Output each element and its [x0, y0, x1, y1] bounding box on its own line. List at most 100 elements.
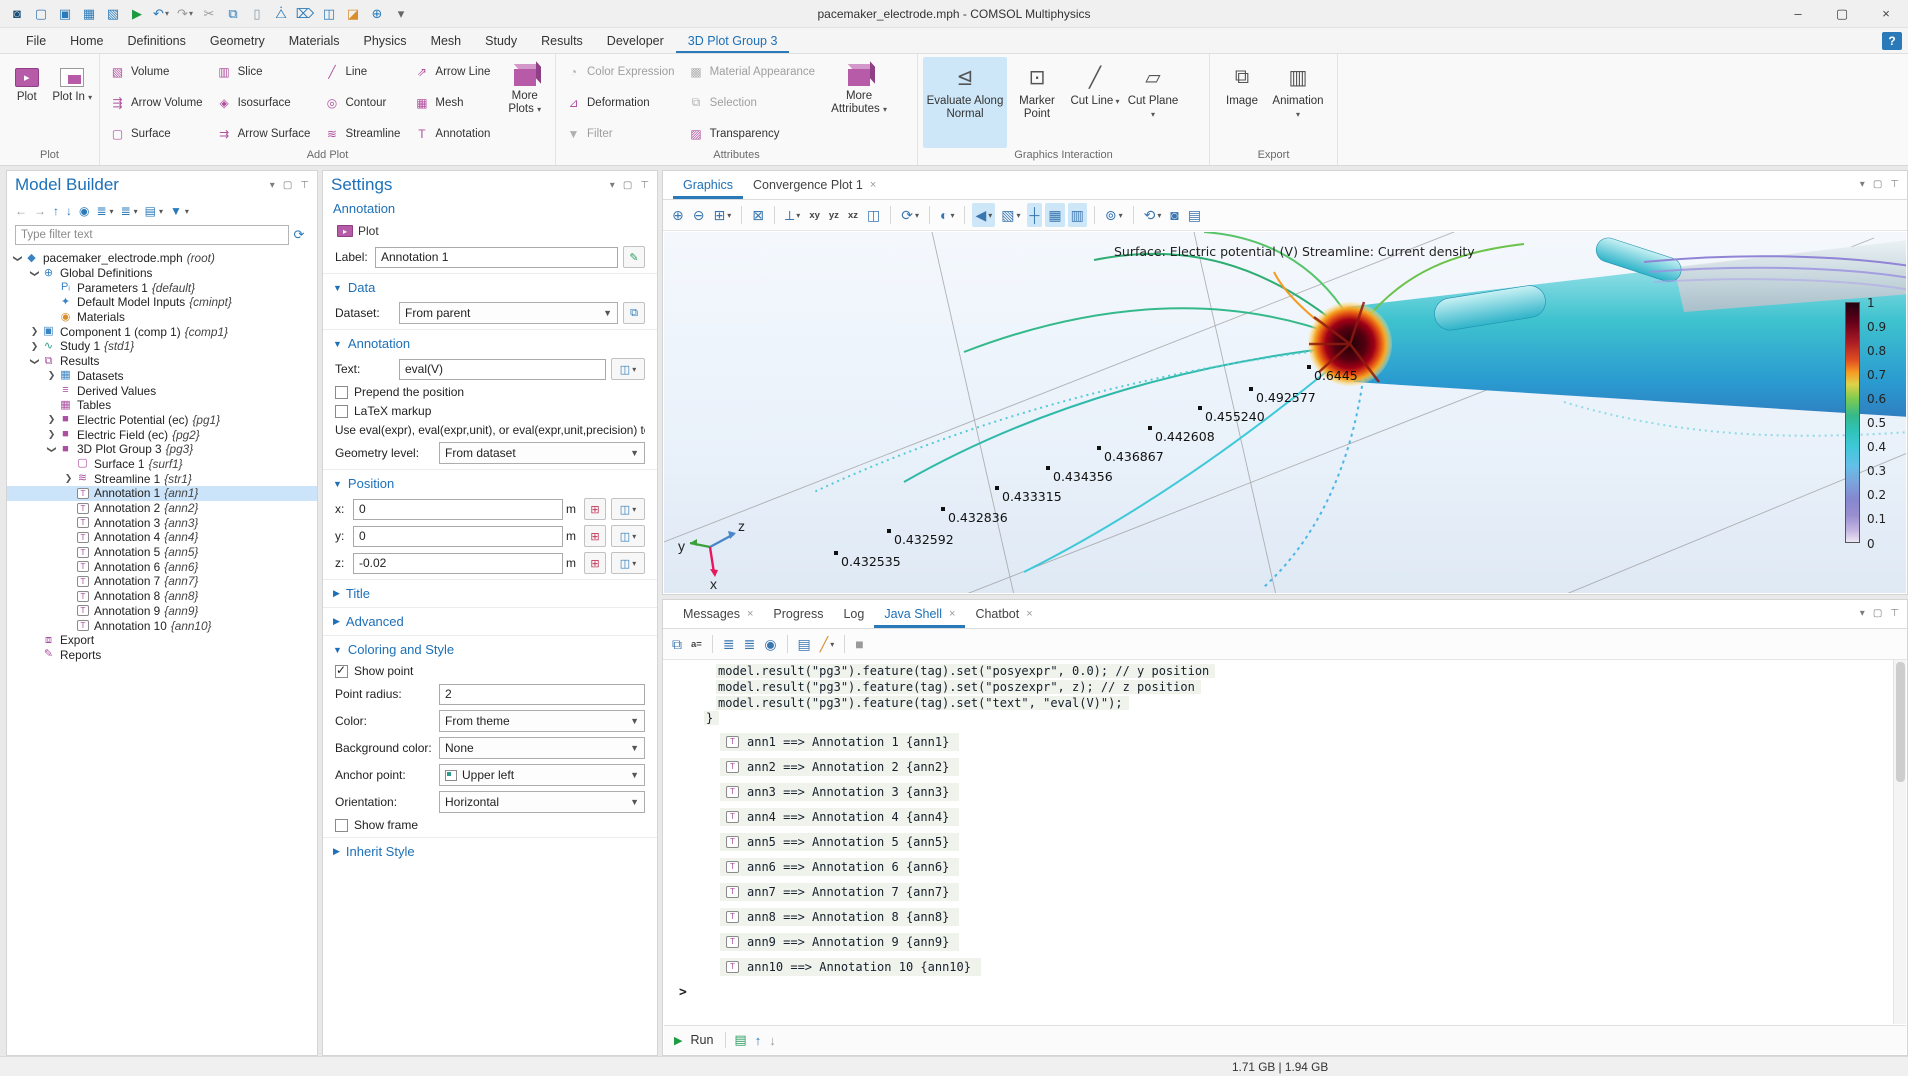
app-icon[interactable]: ◙ — [6, 3, 28, 25]
float-panel-icon[interactable]: ▢ — [1873, 608, 1882, 619]
tab-graphics[interactable]: Graphics — [673, 173, 743, 199]
expression-menu-icon[interactable]: ◫▾ — [611, 498, 645, 520]
position-z-input[interactable] — [353, 553, 563, 574]
model-tree-nodes-icon[interactable]: ▤ — [145, 204, 156, 218]
position-x-input[interactable] — [353, 499, 563, 520]
tab-convergence-plot-1[interactable]: Convergence Plot 1× — [743, 173, 886, 199]
stop-icon[interactable]: ■ — [852, 632, 866, 656]
pin-panel-icon[interactable]: ⊤ — [640, 180, 649, 191]
menu-tab-developer[interactable]: Developer — [595, 30, 676, 53]
copy-icon[interactable]: ⧉ — [222, 3, 244, 25]
chevron-down-icon[interactable]: ❯ — [29, 267, 40, 280]
log-icon[interactable]: ▤ — [795, 632, 814, 656]
plot-in-button[interactable]: Plot In ▾ — [51, 57, 95, 148]
cut-icon[interactable]: ✂ — [198, 3, 220, 25]
zoom-out-icon[interactable]: ⊖ — [690, 203, 708, 227]
more-attributes-button[interactable]: More Attributes ▾ — [824, 57, 894, 148]
pin-panel-icon[interactable]: ⊤ — [300, 180, 309, 191]
zoom-extents-icon[interactable]: ⊠ — [749, 203, 767, 227]
menu-tab-results[interactable]: Results — [529, 30, 595, 53]
menu-tab-physics[interactable]: Physics — [351, 30, 418, 53]
next-command-icon[interactable]: ↓ — [769, 1033, 776, 1048]
anchor-point-select[interactable]: Upper left▼ — [439, 764, 645, 786]
point-radius-input[interactable] — [439, 684, 645, 705]
run-button[interactable]: Run — [690, 1033, 713, 1047]
evaluate-along-normal-button[interactable]: ⊴Evaluate Along Normal — [923, 57, 1007, 148]
tab-log[interactable]: Log — [833, 602, 874, 628]
tree-item-electric-potential-ec-[interactable]: ❯■Electric Potential (ec){pg1} — [7, 413, 317, 428]
expression-menu-icon[interactable]: ◫▾ — [611, 552, 645, 574]
show-frame-checkbox[interactable] — [335, 819, 348, 832]
menu-tab-3d-plot-group-3[interactable]: 3D Plot Group 3 — [676, 30, 790, 53]
arrow-surface-button[interactable]: ⇉Arrow Surface — [213, 120, 317, 147]
back-icon[interactable]: ← — [15, 204, 27, 218]
tree-item-annotation-7[interactable]: TAnnotation 7{ann7} — [7, 574, 317, 589]
panel-menu-icon[interactable]: ▾ — [1860, 608, 1865, 619]
cut-plane-button[interactable]: ▱Cut Plane ▾ — [1125, 57, 1181, 148]
minimize-button[interactable]: – — [1776, 0, 1820, 28]
show-expressions-icon[interactable]: a= — [688, 632, 705, 656]
run-icon[interactable]: ▶ — [126, 3, 148, 25]
marker-point-button[interactable]: ⊡Marker Point — [1009, 57, 1065, 148]
yz-view-icon[interactable]: yz — [826, 203, 842, 227]
print-icon[interactable]: ▤ — [1185, 203, 1204, 227]
tree-item-electric-field-ec-[interactable]: ❯■Electric Field (ec){pg2} — [7, 427, 317, 442]
new-file-icon[interactable]: ▢ — [30, 3, 52, 25]
tree-item-annotation-1[interactable]: TAnnotation 1{ann1} — [7, 486, 317, 501]
tree-item-export[interactable]: ⧈Export — [7, 633, 317, 648]
chevron-down-icon[interactable]: ▼ — [333, 479, 342, 489]
contour-button[interactable]: ◎Contour — [320, 89, 406, 116]
close-icon[interactable]: × — [870, 179, 876, 191]
tree-item-streamline-1[interactable]: ❯≋Streamline 1{str1} — [7, 471, 317, 486]
chevron-right-icon[interactable]: ❯ — [45, 414, 58, 425]
rename-icon[interactable]: ✎ — [623, 246, 645, 268]
settings-plot-button[interactable]: ▸ Plot — [333, 222, 393, 240]
tree-item-surface-1[interactable]: ▢Surface 1{surf1} — [7, 457, 317, 472]
transparency-toggle-icon[interactable]: ▧▾ — [998, 203, 1023, 227]
go-to-view-icon[interactable]: ⟂▾ — [782, 203, 803, 227]
save-icon[interactable]: ▦ — [78, 3, 100, 25]
chevron-right-icon[interactable]: ❯ — [28, 326, 41, 337]
tree-item-pacemaker-electrode-mph[interactable]: ❯◆pacemaker_electrode.mph(root) — [7, 251, 317, 266]
select-mode-icon[interactable]: ◀▾ — [972, 203, 995, 227]
tree-item-annotation-6[interactable]: TAnnotation 6{ann6} — [7, 559, 317, 574]
volume-button[interactable]: ▧Volume — [106, 58, 209, 85]
maximize-button[interactable]: ▢ — [1820, 0, 1864, 28]
previous-command-icon[interactable]: ↑ — [755, 1033, 762, 1048]
chevron-down-icon[interactable]: ❯ — [29, 355, 40, 368]
menu-tab-materials[interactable]: Materials — [277, 30, 352, 53]
xy-view-icon[interactable]: xy — [806, 203, 823, 227]
refresh-icon[interactable]: ⟳ — [289, 227, 309, 243]
line-button[interactable]: ╱Line — [320, 58, 406, 85]
save-as-icon[interactable]: ▧ — [102, 3, 124, 25]
menu-tab-study[interactable]: Study — [473, 30, 529, 53]
panel-menu-icon[interactable]: ▾ — [270, 180, 275, 191]
show-icon[interactable]: ◉ — [79, 204, 89, 218]
chevron-down-icon[interactable]: ▼ — [333, 283, 342, 293]
arrow-line-button[interactable]: ⇗Arrow Line — [410, 58, 496, 85]
background-color-select[interactable]: None▼ — [439, 737, 645, 759]
tree-item-annotation-8[interactable]: TAnnotation 8{ann8} — [7, 589, 317, 604]
close-icon[interactable]: × — [1026, 608, 1032, 620]
position-y-input[interactable] — [353, 526, 563, 547]
menu-tab-definitions[interactable]: Definitions — [116, 30, 198, 53]
paste-icon[interactable]: ▯ — [246, 3, 268, 25]
copy-icon[interactable]: ⧉ — [669, 632, 685, 656]
move-down-icon[interactable]: ↓ — [66, 204, 72, 218]
mesh-button[interactable]: ▦Mesh — [410, 89, 496, 116]
cut-line-button[interactable]: ╱Cut Line ▾ — [1067, 57, 1123, 148]
tab-messages[interactable]: Messages× — [673, 602, 763, 628]
annotation-text-input[interactable] — [399, 359, 606, 380]
rotate-icon[interactable]: ⟳▾ — [898, 203, 922, 227]
orientation-select[interactable]: Horizontal▼ — [439, 791, 645, 813]
tab-progress[interactable]: Progress — [763, 602, 833, 628]
latex-markup-checkbox[interactable] — [335, 405, 348, 418]
chevron-right-icon[interactable]: ▶ — [333, 846, 340, 857]
menu-tab-mesh[interactable]: Mesh — [419, 30, 474, 53]
streamline-button[interactable]: ≋Streamline — [320, 120, 406, 147]
float-panel-icon[interactable]: ▢ — [283, 180, 292, 191]
isosurface-button[interactable]: ◈Isosurface — [213, 89, 317, 116]
show-point-checkbox[interactable] — [335, 665, 348, 678]
zoom-box-icon[interactable]: ⊞▾ — [710, 203, 734, 227]
tree-item-annotation-3[interactable]: TAnnotation 3{ann3} — [7, 515, 317, 530]
